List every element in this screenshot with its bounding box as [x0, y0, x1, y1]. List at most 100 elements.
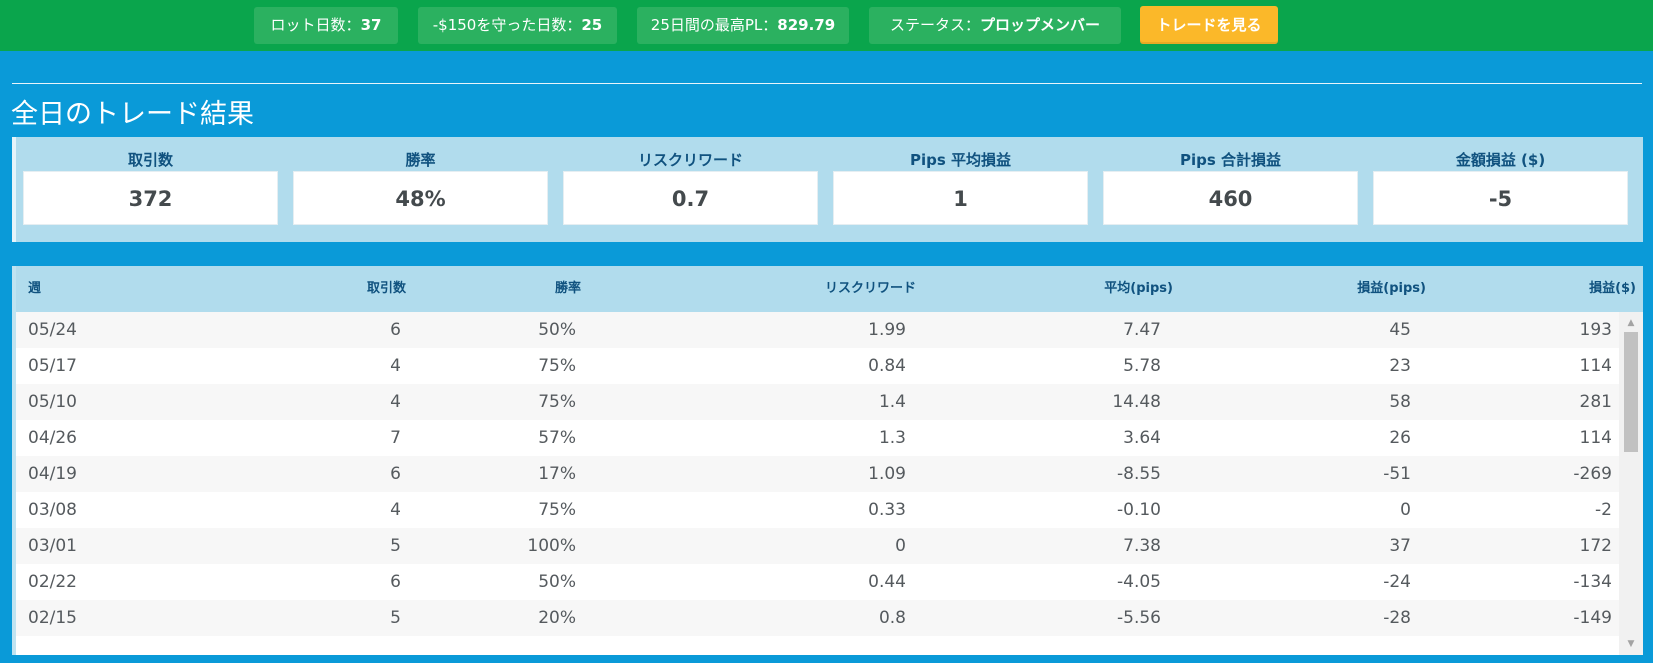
cell-avg-pips: -5.56 [1117, 608, 1161, 628]
weekly-results-table: 週 取引数 勝率 リスクリワード 平均(pips) 損益(pips) 損益($)… [12, 266, 1643, 655]
status-value: プロップメンバー [980, 16, 1101, 34]
stat-label: Pips 合計損益 [1179, 151, 1282, 169]
stat-value: 460 [1103, 171, 1358, 225]
scroll-up-arrow-icon[interactable]: ▲ [1619, 315, 1643, 331]
cell-win-rate: 50% [538, 572, 576, 592]
cell-avg-pips: 7.47 [1123, 320, 1161, 340]
cell-risk-reward: 0.84 [868, 356, 906, 376]
cell-pl-dollar: -149 [1573, 608, 1612, 628]
table-row[interactable]: 05/24 6 50% 1.99 7.47 45 193 [16, 312, 1619, 348]
column-header-pl-dollar[interactable]: 損益($) [1436, 266, 1636, 312]
cell-win-rate: 100% [527, 536, 576, 556]
lot-days-label: ロット日数： [270, 16, 361, 34]
stat-label: 勝率 [405, 151, 436, 169]
cell-trades: 5 [390, 608, 401, 628]
table-row[interactable]: 05/10 4 75% 1.4 14.48 58 281 [16, 384, 1619, 420]
cell-trades: 4 [390, 500, 401, 520]
stat-win-rate: 勝率 48% [293, 137, 548, 225]
cell-pl-dollar: -269 [1573, 464, 1612, 484]
cell-win-rate: 20% [538, 608, 576, 628]
table-body: 05/24 6 50% 1.99 7.47 45 193 05/17 4 75%… [16, 312, 1619, 655]
cell-win-rate: 57% [538, 428, 576, 448]
cell-pl-pips: 45 [1389, 320, 1411, 340]
table-row[interactable]: 02/15 5 20% 0.8 -5.56 -28 -149 [16, 600, 1619, 636]
lot-days-value: 37 [360, 16, 382, 34]
cell-trades: 6 [390, 320, 401, 340]
top-status-bar: ロット日数：37 -$150を守った日数：25 25日間の最高PL：829.79… [0, 0, 1653, 51]
cell-risk-reward: 1.3 [878, 428, 906, 448]
cell-pl-pips: 23 [1389, 356, 1411, 376]
cell-avg-pips: 5.78 [1123, 356, 1161, 376]
cell-pl-dollar: 193 [1579, 320, 1612, 340]
kept-days-value: 25 [581, 16, 603, 34]
stat-trade-count: 取引数 372 [23, 137, 278, 225]
stat-label: リスクリワード [637, 151, 743, 169]
cell-win-rate: 75% [538, 500, 576, 520]
cell-avg-pips: -0.10 [1117, 500, 1161, 520]
status-label: ステータス： [889, 16, 980, 34]
cell-win-rate: 50% [538, 320, 576, 340]
kept-days-label: -$150を守った日数： [432, 16, 582, 34]
cell-week: 05/24 [28, 320, 77, 340]
status-pill: ステータス：プロップメンバー [869, 7, 1121, 44]
cell-win-rate: 75% [538, 356, 576, 376]
lot-days-pill: ロット日数：37 [254, 7, 398, 44]
column-header-avg-pips[interactable]: 平均(pips) [926, 266, 1173, 312]
cell-trades: 4 [390, 356, 401, 376]
cell-risk-reward: 0 [895, 536, 906, 556]
cell-week: 03/01 [28, 536, 77, 556]
column-header-risk-reward[interactable]: リスクリワード [626, 266, 916, 312]
table-row[interactable]: 04/19 6 17% 1.09 -8.55 -51 -269 [16, 456, 1619, 492]
table-scrollbar[interactable]: ▲ ▼ [1619, 312, 1643, 655]
best-pl-pill: 25日間の最高PL：829.79 [637, 7, 849, 44]
stat-amount-pl: 金額損益 ($) -5 [1373, 137, 1628, 225]
cell-risk-reward: 1.99 [868, 320, 906, 340]
view-trades-button[interactable]: トレードを見る [1140, 6, 1278, 44]
column-header-trades[interactable]: 取引数 [206, 266, 406, 312]
column-header-pl-pips[interactable]: 損益(pips) [1226, 266, 1426, 312]
page-title: 全日のトレード結果 [11, 99, 254, 130]
cell-win-rate: 17% [538, 464, 576, 484]
stat-value: 48% [293, 171, 548, 225]
table-row[interactable]: 03/01 5 100% 0 7.38 37 172 [16, 528, 1619, 564]
cell-pl-dollar: 172 [1579, 536, 1612, 556]
cell-pl-pips: 37 [1389, 536, 1411, 556]
scroll-down-arrow-icon[interactable]: ▼ [1619, 636, 1643, 652]
stat-label: 金額損益 ($) [1455, 151, 1546, 169]
cell-week: 04/26 [28, 428, 77, 448]
table-row[interactable]: 02/22 6 50% 0.44 -4.05 -24 -134 [16, 564, 1619, 600]
stat-label: 取引数 [127, 151, 173, 169]
cell-week: 03/08 [28, 500, 77, 520]
cell-trades: 6 [390, 572, 401, 592]
cell-pl-pips: 58 [1389, 392, 1411, 412]
stat-label: Pips 平均損益 [909, 151, 1012, 169]
stat-value: 372 [23, 171, 278, 225]
summary-panel: 取引数 372 勝率 48% リスクリワード 0.7 Pips 平均損益 1 P… [12, 137, 1643, 242]
column-header-win-rate[interactable]: 勝率 [401, 266, 581, 312]
cell-avg-pips: -8.55 [1117, 464, 1161, 484]
kept-days-pill: -$150を守った日数：25 [418, 7, 617, 44]
table-header: 週 取引数 勝率 リスクリワード 平均(pips) 損益(pips) 損益($) [16, 266, 1643, 312]
table-row[interactable]: 05/17 4 75% 0.84 5.78 23 114 [16, 348, 1619, 384]
cell-win-rate: 75% [538, 392, 576, 412]
cell-pl-dollar: -134 [1573, 572, 1612, 592]
cell-pl-pips: -24 [1383, 572, 1411, 592]
cell-week: 05/17 [28, 356, 77, 376]
cell-pl-dollar: 114 [1579, 428, 1612, 448]
cell-risk-reward: 0.33 [868, 500, 906, 520]
section-divider [12, 83, 1642, 84]
cell-pl-pips: -51 [1383, 464, 1411, 484]
cell-week: 05/10 [28, 392, 77, 412]
cell-pl-dollar: 281 [1579, 392, 1612, 412]
scrollbar-thumb[interactable] [1624, 332, 1638, 452]
cell-risk-reward: 1.4 [878, 392, 906, 412]
table-row[interactable]: 04/26 7 57% 1.3 3.64 26 114 [16, 420, 1619, 456]
cell-risk-reward: 0.44 [868, 572, 906, 592]
cell-week: 02/22 [28, 572, 77, 592]
table-row[interactable]: 03/08 4 75% 0.33 -0.10 0 -2 [16, 492, 1619, 528]
cell-week: 02/15 [28, 608, 77, 628]
cell-trades: 7 [390, 428, 401, 448]
best-pl-label: 25日間の最高PL： [650, 16, 778, 34]
cell-avg-pips: 3.64 [1123, 428, 1161, 448]
column-header-week[interactable]: 週 [28, 266, 178, 312]
